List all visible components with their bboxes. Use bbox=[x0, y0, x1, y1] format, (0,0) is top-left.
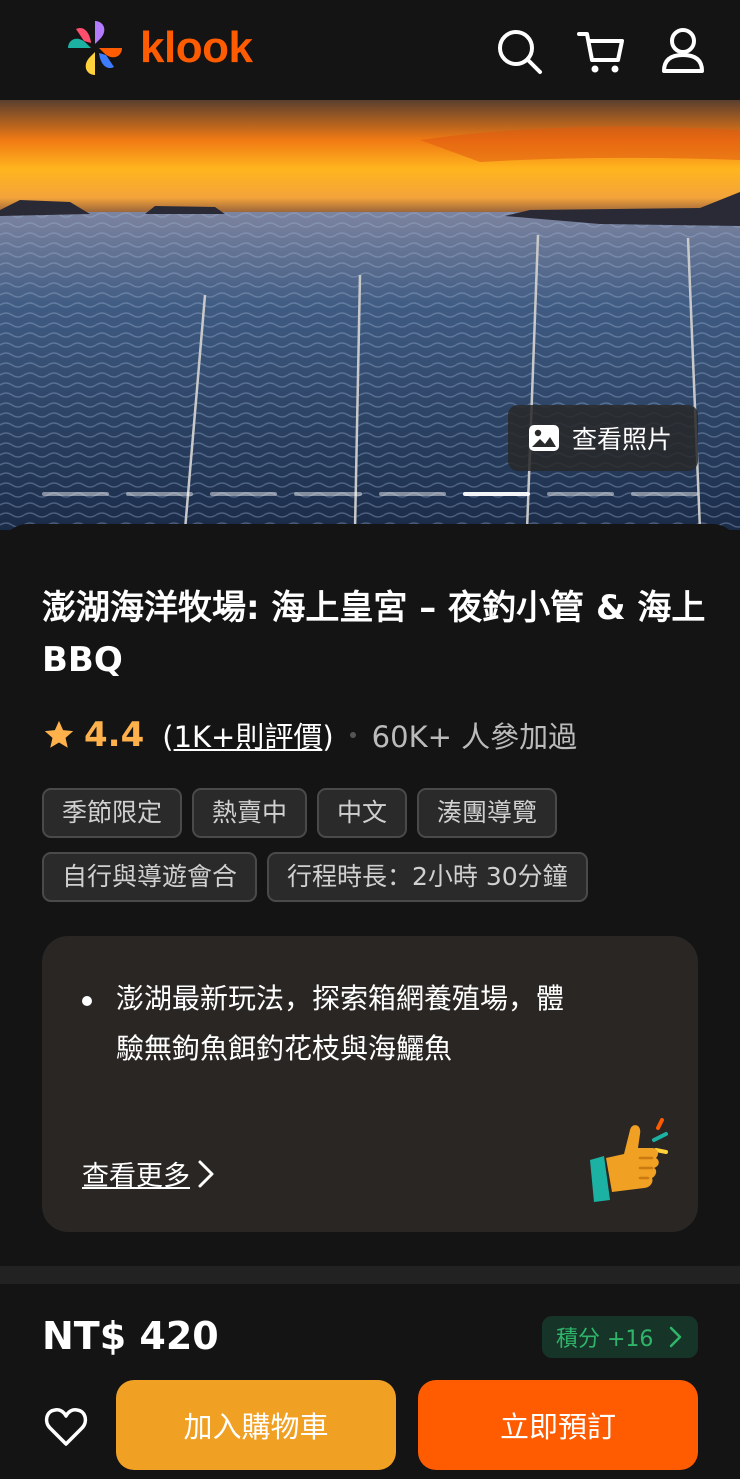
rating-score: 4.4 bbox=[84, 715, 145, 755]
wishlist-heart-icon[interactable] bbox=[42, 1402, 90, 1450]
section-divider bbox=[0, 1266, 740, 1284]
tag: 季節限定 bbox=[42, 788, 183, 838]
see-more-link[interactable]: 查看更多 bbox=[82, 1154, 218, 1193]
tag: 湊團導覽 bbox=[417, 788, 558, 838]
carousel-indicator bbox=[42, 492, 698, 498]
add-to-cart-button[interactable]: 加入購物車 bbox=[116, 1380, 396, 1470]
tag: 自行與導遊會合 bbox=[42, 852, 258, 902]
reviews-open-paren: ( bbox=[162, 720, 174, 754]
booking-bar: NT$ 420 積分 +16 加入購物車 立即預訂 bbox=[0, 1294, 740, 1479]
tag: 行程時長：2小時 30分鐘 bbox=[267, 852, 588, 902]
points-label: 積分 +16 bbox=[556, 1327, 654, 1352]
star-icon bbox=[44, 720, 74, 748]
reviews-close-paren: ) bbox=[322, 720, 334, 754]
klook-logo-icon bbox=[68, 21, 122, 75]
activity-details: 澎湖海洋牧場: 海上皇宮 – 夜釣小管 & 海上BBQ 4.4 (1K+則評價)… bbox=[0, 524, 740, 1284]
bullet-icon bbox=[82, 996, 92, 1006]
carousel-dot-active[interactable] bbox=[462, 492, 530, 496]
carousel-dot[interactable] bbox=[126, 492, 194, 496]
carousel-dot[interactable] bbox=[210, 492, 278, 496]
chevron-right-icon bbox=[669, 1326, 682, 1348]
brand-name: klook bbox=[140, 23, 253, 72]
carousel-dot[interactable] bbox=[294, 492, 362, 496]
carousel-dot[interactable] bbox=[630, 492, 698, 496]
book-now-button[interactable]: 立即預訂 bbox=[418, 1380, 698, 1470]
view-photos-label: 查看照片 bbox=[572, 425, 673, 454]
klook-logo[interactable]: klook bbox=[64, 16, 253, 80]
cart-icon[interactable] bbox=[576, 26, 626, 76]
tag: 熱賣中 bbox=[192, 788, 308, 838]
carousel-dot[interactable] bbox=[378, 492, 446, 496]
thumbs-up-icon bbox=[590, 1118, 668, 1202]
activity-tags: 季節限定 熱賣中 中文 湊團導覽 自行與導遊會合 行程時長：2小時 30分鐘 bbox=[42, 788, 702, 902]
reviews-link[interactable]: 1K+則評價 bbox=[174, 720, 323, 754]
hero-image[interactable]: 查看照片 bbox=[0, 100, 740, 530]
points-badge[interactable]: 積分 +16 bbox=[542, 1316, 698, 1358]
image-icon bbox=[529, 425, 559, 451]
carousel-dot[interactable] bbox=[42, 492, 110, 496]
view-photos-button[interactable]: 查看照片 bbox=[508, 405, 698, 471]
price: NT$ 420 bbox=[42, 1314, 219, 1358]
highlights-card: 澎湖最新玩法，探索箱網養殖場，體驗無鉤魚餌釣花枝與海鱺魚 查看更多 bbox=[42, 936, 698, 1232]
app-header: klook bbox=[0, 0, 740, 100]
user-icon[interactable] bbox=[658, 26, 708, 76]
tag: 中文 bbox=[317, 788, 408, 838]
highlight-item: 澎湖最新玩法，探索箱網養殖場，體驗無鉤魚餌釣花枝與海鱺魚 bbox=[116, 982, 565, 1065]
participants-count: 60K+ 人參加過 bbox=[371, 720, 578, 754]
chevron-right-icon bbox=[198, 1160, 214, 1187]
reviews-count[interactable]: (1K+則評價) bbox=[162, 714, 333, 756]
carousel-dot[interactable] bbox=[546, 492, 614, 496]
see-more-label: 查看更多 bbox=[82, 1161, 190, 1192]
separator-dot bbox=[349, 732, 356, 738]
activity-title: 澎湖海洋牧場: 海上皇宮 – 夜釣小管 & 海上BBQ bbox=[42, 588, 706, 680]
rating-row: 4.4 (1K+則評價) 60K+ 人參加過 bbox=[42, 712, 577, 758]
search-icon[interactable] bbox=[494, 26, 544, 76]
